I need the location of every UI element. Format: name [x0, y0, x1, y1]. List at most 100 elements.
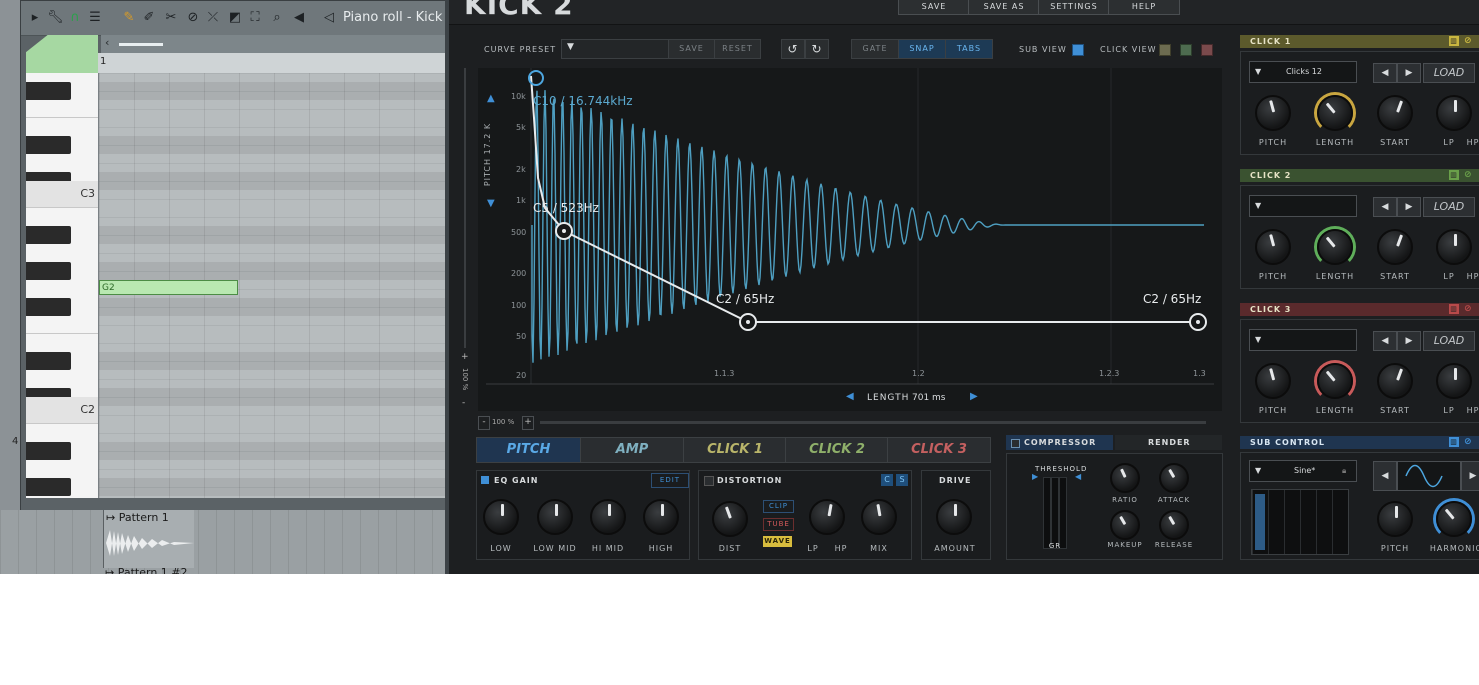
sub-wave-prev-icon[interactable]: ◀ — [1373, 461, 1397, 491]
sub-mute-icon[interactable]: ⊘ — [1464, 436, 1473, 449]
wrench-icon[interactable]: 🔧︎ — [47, 10, 64, 26]
sub-pitch-knob[interactable] — [1377, 501, 1413, 537]
click-1-prev-icon[interactable]: ◀ — [1373, 63, 1397, 83]
sub-piano-icon[interactable]: ▥ — [1449, 437, 1459, 447]
sub-wave-next-icon[interactable]: ▶ — [1461, 461, 1479, 491]
pattern-clip[interactable]: ↦ Pattern 1 — [103, 510, 194, 568]
click-3-next-icon[interactable]: ▶ — [1397, 331, 1421, 351]
delete-tool-icon[interactable]: ✂ — [163, 10, 179, 26]
tab-click-1[interactable]: CLICK 1 — [683, 437, 787, 463]
threshold-meter-left[interactable] — [1043, 477, 1051, 549]
click-2-piano-icon[interactable]: ▥ — [1449, 170, 1459, 180]
click-1-piano-icon[interactable]: ▥ — [1449, 36, 1459, 46]
settings-button[interactable]: SETTINGS — [1038, 0, 1110, 15]
dist-lp-knob[interactable] — [809, 499, 845, 535]
attack-knob[interactable] — [1159, 463, 1189, 493]
time-ruler[interactable]: 1 — [98, 53, 446, 74]
wave-mode-button[interactable]: WAVE — [763, 536, 792, 547]
distortion-c-button[interactable]: C — [881, 474, 893, 486]
length-increase-icon[interactable]: ▶ — [970, 391, 978, 402]
tab-click-2[interactable]: CLICK 2 — [785, 437, 889, 463]
click-3-length-knob[interactable] — [1317, 363, 1353, 399]
click-view-1-toggle[interactable] — [1159, 44, 1171, 56]
vertical-scroll-track[interactable] — [464, 68, 466, 348]
tab-pitch[interactable]: PITCH — [476, 437, 581, 463]
black-key[interactable] — [26, 82, 71, 100]
drive-amount-knob[interactable] — [936, 499, 972, 535]
h-zoom-plus-icon[interactable]: + — [522, 416, 534, 430]
pitch-down-icon[interactable]: ▼ — [487, 198, 495, 209]
redo-icon[interactable]: ↻ — [805, 39, 829, 59]
click-1-start-knob[interactable] — [1377, 95, 1413, 131]
compressor-tab[interactable]: COMPRESSOR — [1006, 435, 1113, 450]
click-2-prev-icon[interactable]: ◀ — [1373, 197, 1397, 217]
mute-icon[interactable]: ⊘ — [185, 10, 201, 26]
note-g2[interactable]: G2 — [99, 280, 238, 295]
black-key[interactable] — [26, 226, 71, 244]
magnifier-icon[interactable]: ⌕ — [269, 10, 285, 26]
black-key[interactable] — [26, 478, 71, 496]
click-2-load-button[interactable]: LOAD — [1423, 197, 1475, 217]
length-value[interactable]: 701 ms — [912, 393, 946, 403]
click-2-length-knob[interactable] — [1317, 229, 1353, 265]
click-2-next-icon[interactable]: ▶ — [1397, 197, 1421, 217]
pitch-envelope-graph[interactable]: ▲ ▼ PITCH 17.2 K 10k 5k 2k 1k 500 200 10… — [478, 68, 1222, 411]
click-3-prev-icon[interactable]: ◀ — [1373, 331, 1397, 351]
black-key[interactable] — [26, 352, 71, 370]
distortion-s-button[interactable]: S — [896, 474, 908, 486]
release-knob[interactable] — [1159, 510, 1189, 540]
gate-button[interactable]: GATE — [851, 39, 899, 59]
click-3-preset-dropdown[interactable]: ▼ — [1249, 329, 1357, 351]
click-view-2-toggle[interactable] — [1180, 44, 1192, 56]
click-3-pitch-knob[interactable] — [1255, 363, 1291, 399]
click-3-piano-icon[interactable]: ▥ — [1449, 304, 1459, 314]
eq-low-mid-knob[interactable] — [537, 499, 573, 535]
ratio-knob[interactable] — [1110, 463, 1140, 493]
slice-icon[interactable]: ⤫ — [205, 10, 221, 26]
click-2-lp-knob[interactable] — [1436, 229, 1472, 265]
sub-view-toggle[interactable] — [1072, 44, 1084, 56]
play-arrow-icon[interactable]: ▸ — [27, 10, 43, 26]
tab-click-3[interactable]: CLICK 3 — [887, 437, 991, 463]
scroll-left-icon[interactable]: ‹ — [105, 36, 109, 49]
eq-hi-mid-knob[interactable] — [590, 499, 626, 535]
click-2-preset-dropdown[interactable]: ▼ — [1249, 195, 1357, 217]
tube-mode-button[interactable]: TUBE — [763, 518, 794, 531]
sub-keyboard-display[interactable] — [1251, 489, 1349, 555]
click-1-length-knob[interactable] — [1317, 95, 1353, 131]
click-2-start-knob[interactable] — [1377, 229, 1413, 265]
playback-icon[interactable]: ◀︎ — [291, 10, 307, 26]
click-2-pitch-knob[interactable] — [1255, 229, 1291, 265]
compressor-enable-toggle[interactable] — [1011, 439, 1020, 448]
undo-icon[interactable]: ↺ — [781, 39, 805, 59]
click-1-mute-icon[interactable]: ⊘ — [1464, 35, 1473, 48]
tab-amp[interactable]: AMP — [580, 437, 684, 463]
click-1-pitch-knob[interactable] — [1255, 95, 1291, 131]
sub-harmonics-knob[interactable] — [1436, 501, 1472, 537]
click-3-mute-icon[interactable]: ⊘ — [1464, 303, 1473, 316]
eq-low-knob[interactable] — [483, 499, 519, 535]
h-scroll-track[interactable] — [540, 421, 1206, 424]
pattern-clip-2-label[interactable]: ↦ Pattern 1 #2 — [105, 566, 188, 574]
select-icon[interactable]: ◩ — [227, 10, 243, 26]
black-key[interactable] — [26, 298, 71, 316]
lock-icon[interactable]: 🔒︎ — [1342, 461, 1346, 481]
click-2-mute-icon[interactable]: ⊘ — [1464, 169, 1473, 182]
black-key[interactable] — [26, 136, 71, 154]
curve-reset-button[interactable]: RESET — [714, 39, 761, 59]
click-1-lp-knob[interactable] — [1436, 95, 1472, 131]
click-3-start-knob[interactable] — [1377, 363, 1413, 399]
click-1-next-icon[interactable]: ▶ — [1397, 63, 1421, 83]
graph-canvas[interactable] — [478, 68, 1222, 411]
black-key[interactable] — [26, 442, 71, 460]
zoom-icon[interactable]: ⛶ — [247, 10, 263, 26]
dist-mix-knob[interactable] — [861, 499, 897, 535]
curve-preset-dropdown[interactable]: ▼ — [561, 39, 669, 59]
length-decrease-icon[interactable]: ◀ — [846, 391, 854, 402]
scroll-thumb[interactable] — [119, 43, 163, 46]
distortion-enable-toggle[interactable] — [704, 476, 714, 486]
click-1-preset-dropdown[interactable]: ▼ Clicks 12 — [1249, 61, 1357, 83]
zoom-minus-icon[interactable]: - — [462, 398, 465, 408]
render-tab[interactable]: RENDER — [1115, 435, 1222, 450]
makeup-knob[interactable] — [1110, 510, 1140, 540]
